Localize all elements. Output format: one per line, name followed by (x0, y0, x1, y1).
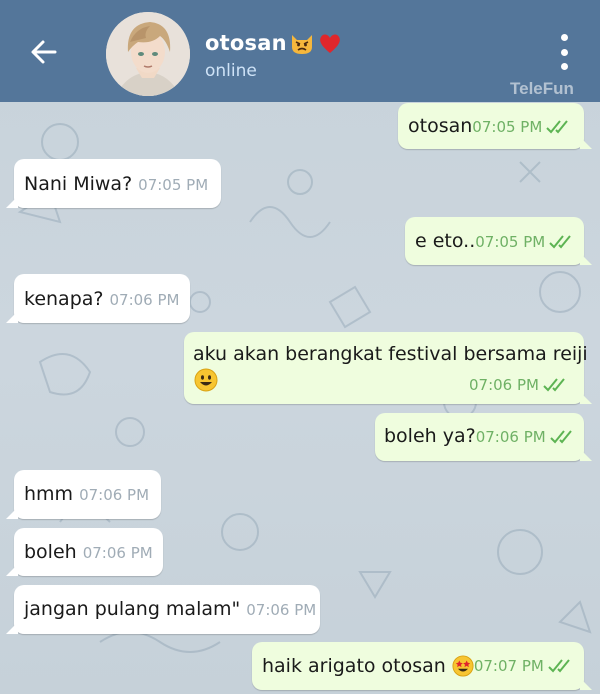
contact-status: online (205, 61, 257, 81)
message-text: jangan pulang malam" (24, 598, 241, 620)
message-time: 07:06 PM (82, 544, 153, 562)
more-options-button[interactable] (552, 34, 576, 70)
message-text: otosan (408, 115, 473, 137)
double-check-icon (549, 430, 572, 444)
message-bubble-incoming[interactable]: hmm 07:06 PM (6, 470, 161, 519)
watermark: TeleFun (510, 79, 574, 98)
message-text: hmm (24, 483, 74, 505)
message-text: boleh (24, 541, 77, 563)
menu-dot-icon (560, 48, 568, 56)
back-button[interactable] (22, 30, 66, 74)
double-check-icon (548, 659, 570, 673)
message-text: boleh ya? (384, 425, 476, 447)
message-text: aku akan berangkat festival bersama reij… (193, 343, 588, 365)
message-bubble-incoming[interactable]: Nani Miwa? 07:05 PM (6, 159, 221, 208)
message-bubble-incoming[interactable]: kenapa? 07:06 PM (6, 274, 190, 323)
message-text: Nani Miwa? (24, 173, 133, 195)
chat-header: otosan online TeleFun (0, 0, 600, 102)
contact-avatar[interactable] (106, 12, 190, 96)
avatar-portrait (106, 12, 190, 96)
message-time: 07:06 PM (109, 291, 180, 309)
message-bubble-outgoing[interactable]: boleh ya?07:06 PM (375, 413, 592, 461)
double-check-icon (543, 378, 565, 392)
back-arrow-icon (31, 40, 57, 64)
red-heart-icon (319, 34, 340, 53)
double-check-icon (549, 235, 572, 249)
message-time: 07:07 PM (473, 657, 544, 675)
message-bubble-incoming[interactable]: jangan pulang malam" 07:06 PM (6, 585, 320, 634)
message-text: e eto.. (415, 230, 476, 252)
menu-dot-icon (560, 63, 568, 70)
angry-cat-face-icon (291, 35, 312, 54)
message-bubble-outgoing[interactable]: otosan07:05 PM (398, 103, 592, 149)
message-bubble-incoming[interactable]: boleh 07:06 PM (6, 528, 163, 576)
message-bubble-outgoing[interactable]: e eto..07:05 PM (405, 217, 592, 265)
message-text: kenapa? (24, 288, 104, 310)
message-bubble-outgoing[interactable]: aku akan berangkat festival bersama reij… (184, 332, 592, 404)
message-text: haik arigato otosan (262, 655, 446, 677)
double-check-icon (546, 120, 569, 134)
message-time: 07:06 PM (475, 428, 546, 446)
message-bubble-outgoing[interactable]: haik arigato otosan 07:07 PM (252, 642, 592, 690)
menu-dot-icon (560, 34, 568, 41)
message-time: 07:06 PM (79, 486, 150, 504)
contact-name[interactable]: otosan (205, 31, 287, 55)
message-time: 07:06 PM (246, 601, 317, 619)
message-time: 07:05 PM (475, 233, 546, 251)
smiling-face-icon (194, 368, 218, 392)
message-time: 07:06 PM (469, 376, 539, 394)
message-time: 07:05 PM (138, 176, 209, 194)
message-time: 07:05 PM (472, 118, 543, 136)
star-struck-face-icon (452, 655, 474, 677)
